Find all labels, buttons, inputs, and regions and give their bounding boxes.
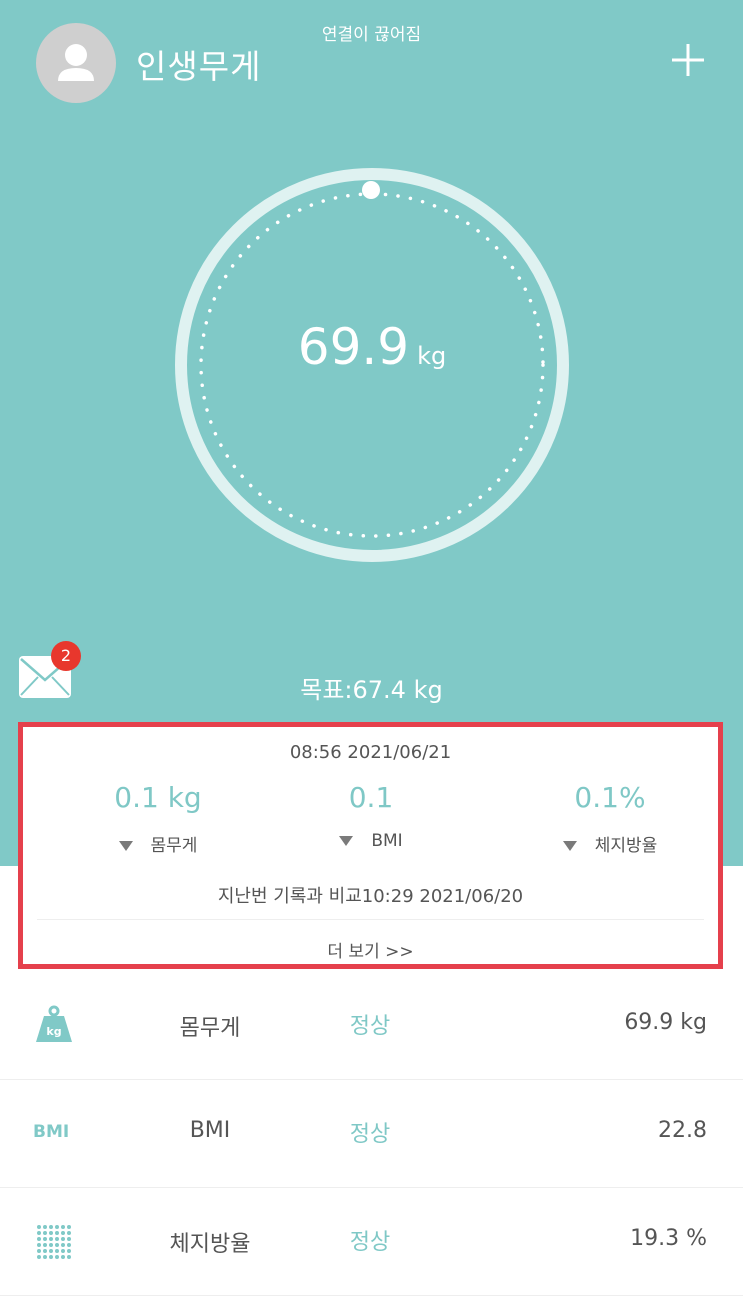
compare-text: 지난번 기록과 비교10:29 2021/06/20 bbox=[217, 886, 524, 907]
avatar[interactable] bbox=[36, 23, 116, 103]
person-icon bbox=[58, 44, 94, 81]
profile-name[interactable]: 인생무게 bbox=[136, 40, 261, 88]
metric-status: 정상 bbox=[349, 1014, 391, 1039]
bmi-icon: BMI bbox=[33, 1122, 70, 1142]
metric-row-weight[interactable]: kg 몸무게 정상 69.9 kg bbox=[0, 972, 743, 1080]
gauge-marker bbox=[362, 181, 380, 199]
add-button[interactable] bbox=[668, 40, 708, 80]
down-triangle-icon bbox=[339, 836, 354, 846]
weight-kg-icon: kg bbox=[36, 1005, 72, 1042]
down-triangle-icon bbox=[118, 841, 133, 851]
divider bbox=[37, 919, 704, 920]
plus-icon bbox=[672, 44, 704, 76]
weight-unit: kg bbox=[417, 342, 447, 370]
metric-value: 19.3 % bbox=[630, 1226, 707, 1251]
stat-value: 0.1 kg bbox=[114, 781, 202, 814]
comparison-card: 08:56 2021/06/21 0.1 kg 몸무게 0.1 BMI 0.1%… bbox=[18, 722, 723, 969]
metric-value: 69.9 kg bbox=[624, 1010, 707, 1035]
weight-readout: 69.9 kg bbox=[172, 318, 572, 376]
metric-name: 체지방율 bbox=[169, 1232, 251, 1257]
record-datetime: 08:56 2021/06/21 bbox=[289, 742, 452, 763]
stat-weight: 0.1 kg 몸무게 bbox=[63, 781, 253, 856]
unread-badge: 2 bbox=[51, 641, 81, 671]
metric-value: 22.8 bbox=[658, 1118, 707, 1143]
more-link[interactable]: 더 보기 >> bbox=[23, 937, 718, 962]
down-triangle-icon bbox=[562, 841, 577, 851]
stat-value: 0.1 bbox=[348, 781, 394, 814]
svg-text:kg: kg bbox=[46, 1025, 61, 1038]
body-fat-dots-icon bbox=[35, 1224, 71, 1260]
metric-name: 몸무게 bbox=[179, 1016, 241, 1041]
stat-body-fat: 0.1% 체지방율 bbox=[515, 781, 705, 856]
metric-row-bmi[interactable]: BMI BMI 정상 22.8 bbox=[0, 1080, 743, 1188]
stat-label: 몸무게 bbox=[150, 836, 198, 856]
stat-bmi: 0.1 BMI bbox=[276, 781, 466, 851]
weight-value: 69.9 bbox=[297, 318, 410, 376]
metric-row-body-fat[interactable]: 체지방율 정상 19.3 % bbox=[0, 1188, 743, 1296]
stat-label: BMI bbox=[371, 831, 403, 851]
connection-status: 연결이 끊어짐 bbox=[321, 25, 422, 45]
metric-name: BMI bbox=[189, 1118, 231, 1143]
metric-status: 정상 bbox=[349, 1122, 391, 1147]
stat-label: 체지방율 bbox=[594, 836, 658, 856]
goal-weight: 목표:67.4 kg bbox=[300, 676, 443, 704]
stat-value: 0.1% bbox=[574, 781, 646, 814]
metric-status: 정상 bbox=[349, 1230, 391, 1255]
